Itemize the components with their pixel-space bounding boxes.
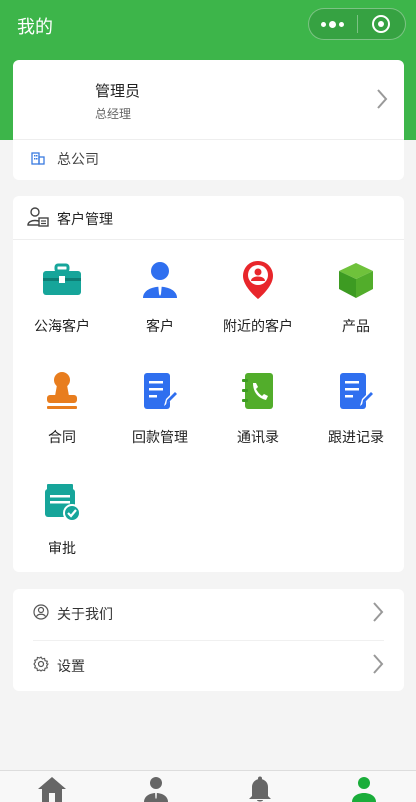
- gear-icon: [33, 656, 49, 676]
- about-us-row[interactable]: 关于我们: [33, 589, 384, 639]
- profile-card[interactable]: 管理员 总经理 总公司: [13, 60, 404, 180]
- contacts-icon: [143, 776, 169, 802]
- building-icon: [31, 150, 45, 169]
- divider: [13, 139, 404, 140]
- home-icon: [37, 776, 67, 802]
- grid-item-follow-ups[interactable]: 跟进记录: [307, 371, 405, 447]
- tab-contacts[interactable]: [104, 771, 208, 802]
- box-icon: [307, 260, 405, 300]
- document-edit-icon: [307, 371, 405, 411]
- grid-item-public-customers[interactable]: 公海客户: [13, 260, 111, 336]
- grid-item-payments[interactable]: 回款管理: [111, 371, 209, 447]
- document-edit-icon: [111, 371, 209, 411]
- crm-header: 客户管理: [27, 206, 113, 232]
- settings-card: 关于我们 设置: [13, 589, 404, 691]
- customer-manager-icon: [27, 206, 49, 232]
- phonebook-icon: [209, 371, 307, 411]
- chevron-right-icon: [372, 653, 384, 679]
- grid-item-products[interactable]: 产品: [307, 260, 405, 336]
- user-icon: [351, 776, 377, 802]
- profile-role: 总经理: [95, 107, 132, 121]
- stamp-icon: [13, 371, 111, 411]
- grid-item-customers[interactable]: 客户: [111, 260, 209, 336]
- company-name: 总公司: [57, 152, 99, 168]
- tab-home[interactable]: [0, 771, 104, 802]
- chevron-right-icon: [372, 601, 384, 627]
- settings-label: 设置: [57, 659, 85, 675]
- crm-title: 客户管理: [57, 212, 113, 228]
- company-row: 总公司: [31, 149, 99, 169]
- approval-icon: [13, 482, 111, 522]
- bottom-tab-bar: [0, 770, 416, 802]
- page-title: 我的: [17, 17, 53, 38]
- profile-name: 管理员: [95, 82, 141, 100]
- grid-item-nearby-customers[interactable]: 附近的客户: [209, 260, 307, 336]
- user-circle-icon: [33, 604, 49, 624]
- grid-item-approvals[interactable]: 审批: [13, 482, 111, 558]
- divider: [13, 239, 404, 240]
- grid-item-contacts[interactable]: 通讯录: [209, 371, 307, 447]
- tab-me[interactable]: [312, 771, 416, 802]
- more-menu-button[interactable]: [309, 20, 357, 28]
- about-us-label: 关于我们: [57, 607, 113, 623]
- person-icon: [111, 260, 209, 300]
- grid-item-contracts[interactable]: 合同: [13, 371, 111, 447]
- bell-icon: [247, 776, 273, 802]
- location-pin-icon: [209, 260, 307, 300]
- chevron-right-icon[interactable]: [376, 88, 388, 114]
- mini-program-capsule: [308, 8, 406, 40]
- crm-card: 客户管理 公海客户 客户 附近的客户 产品 合同 回款管理 通讯录 跟进记录 审…: [13, 196, 404, 572]
- close-miniprogram-button[interactable]: [357, 15, 405, 33]
- tab-notifications[interactable]: [208, 771, 312, 802]
- briefcase-icon: [13, 260, 111, 300]
- settings-row[interactable]: 设置: [33, 641, 384, 691]
